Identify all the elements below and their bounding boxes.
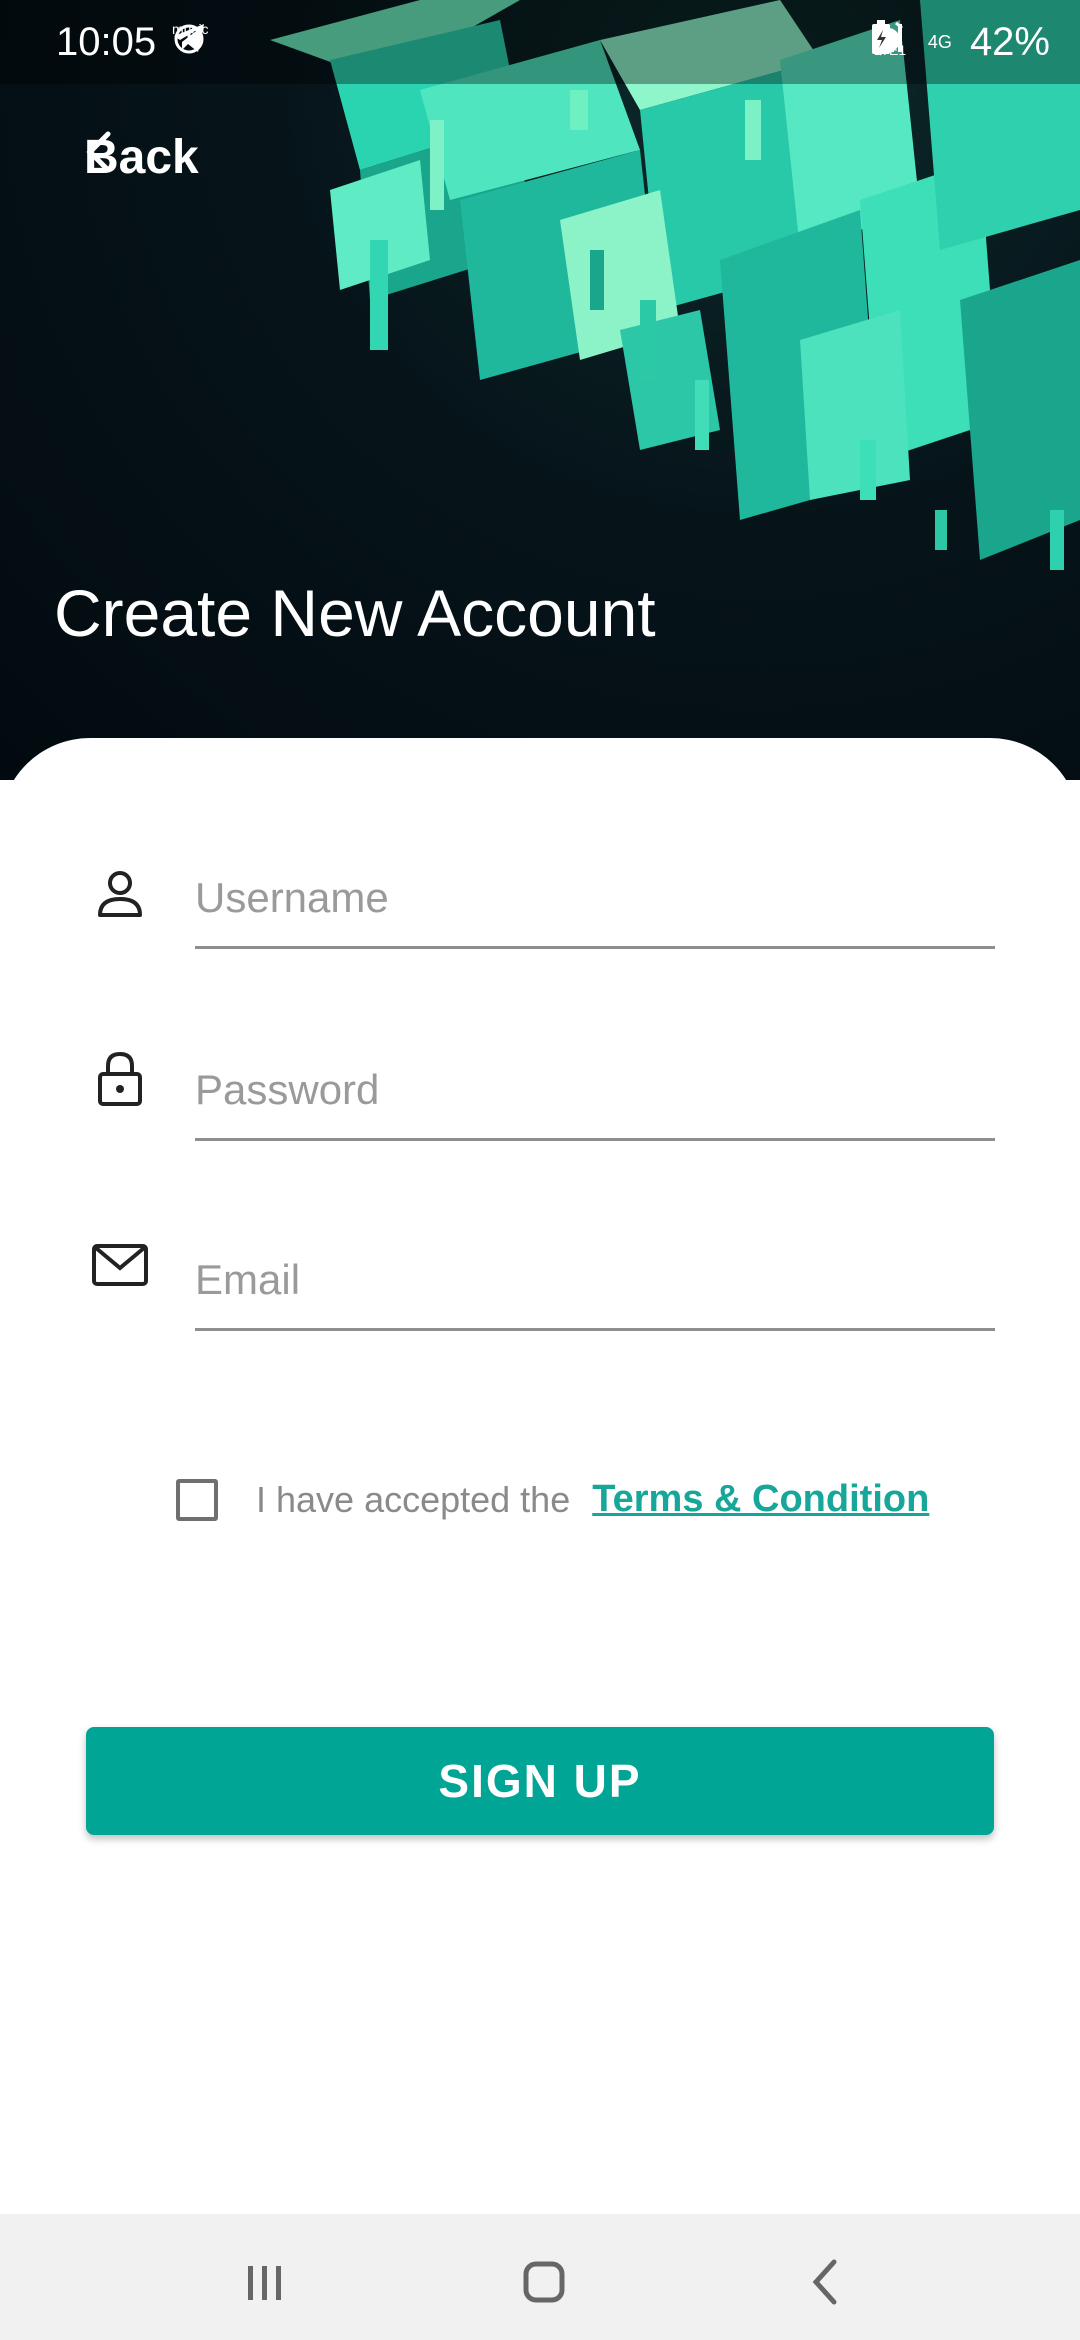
battery-percent: 42% bbox=[969, 20, 1050, 64]
terms-checkbox[interactable] bbox=[176, 1478, 218, 1521]
lock-icon bbox=[98, 1051, 142, 1106]
email-row bbox=[0, 1232, 1080, 1352]
home-icon[interactable] bbox=[514, 2252, 574, 2312]
person-icon bbox=[98, 871, 142, 917]
chevron-left-icon bbox=[86, 131, 111, 173]
mail-icon bbox=[92, 1244, 148, 1286]
teal-blocks-illustration bbox=[270, 0, 1080, 570]
email-input[interactable] bbox=[195, 1232, 995, 1331]
username-input[interactable] bbox=[195, 850, 995, 949]
password-row bbox=[0, 1042, 1080, 1162]
password-input[interactable] bbox=[195, 1042, 995, 1141]
status-time: 10:05 bbox=[56, 20, 157, 64]
page-title: Create New Account bbox=[54, 576, 656, 650]
back-nav-icon[interactable] bbox=[796, 2252, 856, 2312]
network-type: 4G bbox=[927, 32, 952, 52]
status-bar: 10:05 music Vo)) LTE1 4G bbox=[0, 0, 1080, 84]
username-row bbox=[0, 850, 1080, 970]
sync-icon bbox=[174, 24, 204, 54]
back-button[interactable]: Back bbox=[84, 130, 199, 185]
terms-text: I have accepted the bbox=[256, 1478, 571, 1520]
terms-row: I have accepted the Terms & Condition bbox=[176, 1478, 929, 1521]
header-hero: 10:05 music Vo)) LTE1 4G bbox=[0, 0, 1080, 780]
recent-apps-icon[interactable] bbox=[234, 2252, 294, 2312]
terms-link[interactable]: Terms & Condition bbox=[592, 1478, 929, 1521]
system-navigation-bar bbox=[0, 2214, 1080, 2340]
signup-button[interactable]: SIGN UP bbox=[86, 1727, 994, 1835]
battery-charging-icon bbox=[871, 20, 890, 54]
